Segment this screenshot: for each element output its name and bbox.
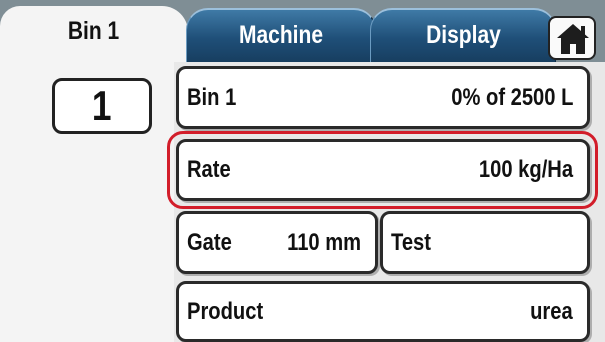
bin-level-row[interactable]: Bin 1 0% of 2500 L xyxy=(176,66,590,129)
home-icon xyxy=(557,24,589,54)
test-label: Test xyxy=(391,228,431,256)
test-button[interactable]: Test xyxy=(380,211,590,274)
bin-panel: 1 xyxy=(0,62,175,342)
rate-row[interactable]: Rate 100 kg/Ha xyxy=(176,139,590,201)
tab-bin-1-label: Bin 1 xyxy=(68,17,120,45)
product-value: urea xyxy=(530,297,573,325)
tab-machine-label: Machine xyxy=(238,21,324,49)
bin-level-value: 0% of 2500 L xyxy=(450,83,573,111)
product-row[interactable]: Product urea xyxy=(176,281,590,342)
bin-number-selector[interactable]: 1 xyxy=(52,78,152,134)
product-label: Product xyxy=(187,297,264,325)
gate-value: 110 mm xyxy=(287,228,361,256)
tab-display[interactable]: Display xyxy=(370,8,556,62)
home-button[interactable] xyxy=(548,16,596,60)
rate-value: 100 kg/Ha xyxy=(478,156,573,183)
tab-display-label: Display xyxy=(425,21,501,49)
gate-row[interactable]: Gate 110 mm xyxy=(176,211,378,274)
bin-level-label: Bin 1 xyxy=(187,83,237,111)
gate-label: Gate xyxy=(187,228,232,256)
tab-machine[interactable]: Machine xyxy=(186,8,376,62)
bin-number-value: 1 xyxy=(92,82,112,129)
tab-bin-1[interactable]: Bin 1 xyxy=(0,6,188,62)
rate-label: Rate xyxy=(187,156,231,183)
